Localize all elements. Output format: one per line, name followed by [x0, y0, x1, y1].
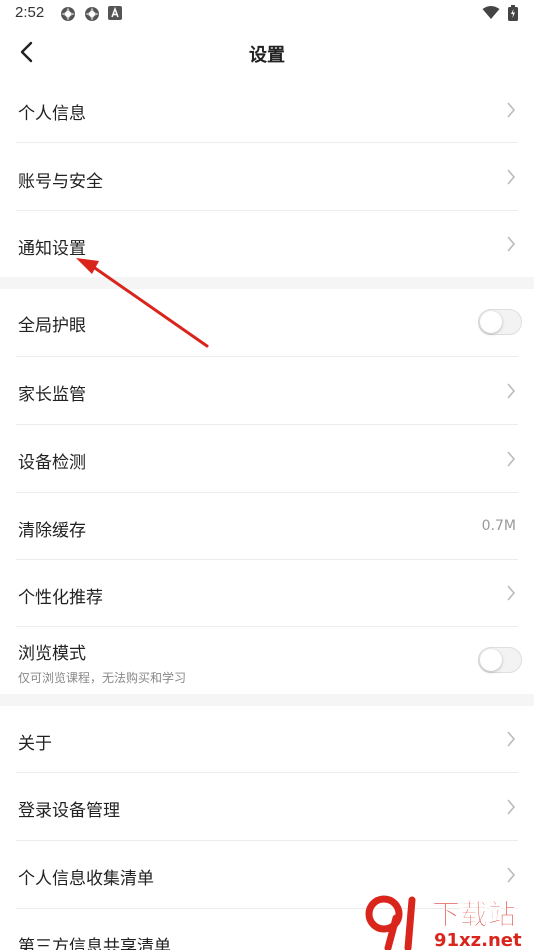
section-gap	[0, 694, 534, 706]
row-label: 关于	[18, 734, 52, 754]
eye-protection-toggle[interactable]	[478, 309, 522, 335]
row-label: 登录设备管理	[18, 801, 120, 821]
settings-row-account-security[interactable]: 账号与安全	[0, 143, 534, 211]
settings-row-device-check[interactable]: 设备检测	[0, 425, 534, 493]
toggle-knob	[480, 311, 502, 333]
chevron-right-icon	[507, 867, 516, 883]
settings-row-clear-cache[interactable]: 清除缓存 0.7M	[0, 493, 534, 560]
watermark-logo: 下载站 91xz.net	[365, 895, 522, 950]
chevron-right-icon	[507, 169, 516, 185]
settings-row-about[interactable]: 关于	[0, 706, 534, 773]
chevron-right-icon	[507, 799, 516, 815]
chevron-right-icon	[507, 383, 516, 399]
app-notification-icon	[61, 7, 75, 21]
settings-row-parental-control[interactable]: 家长监管	[0, 357, 534, 425]
row-label: 家长监管	[18, 385, 86, 405]
toggle-knob	[480, 649, 502, 671]
nav-bar: 设置	[0, 28, 534, 76]
status-time: 2:52	[15, 4, 45, 21]
section-gap	[0, 277, 534, 289]
settings-row-personalized-recommend[interactable]: 个性化推荐	[0, 560, 534, 627]
settings-row-login-devices[interactable]: 登录设备管理	[0, 773, 534, 841]
row-label: 设备检测	[18, 453, 86, 473]
row-subtitle: 仅可浏览课程，无法购买和学习	[18, 671, 187, 685]
system-icons	[482, 5, 518, 21]
settings-row-personal-info[interactable]: 个人信息	[0, 76, 534, 143]
row-label: 第三方信息共享清单	[18, 937, 171, 950]
chevron-right-icon	[507, 585, 516, 601]
watermark-url: 91xz.net	[434, 930, 522, 950]
watermark-title: 下载站	[432, 898, 516, 931]
row-label: 个人信息收集清单	[18, 869, 154, 889]
row-label: 通知设置	[18, 239, 86, 259]
settings-row-eye-protection: 全局护眼	[0, 289, 534, 357]
row-label: 全局护眼	[18, 316, 86, 336]
row-label: 清除缓存	[18, 521, 86, 541]
watermark-91-glyph	[365, 895, 416, 950]
settings-row-notification[interactable]: 通知设置	[0, 211, 534, 277]
chevron-right-icon	[507, 731, 516, 747]
row-label: 浏览模式	[18, 644, 86, 664]
row-label: 账号与安全	[18, 172, 103, 192]
settings-row-browse-mode: 浏览模式 仅可浏览课程，无法购买和学习	[0, 627, 534, 694]
row-label: 个人信息	[18, 104, 86, 124]
chevron-right-icon	[507, 102, 516, 118]
row-label: 个性化推荐	[18, 588, 103, 608]
cache-size-value: 0.7M	[481, 518, 516, 534]
status-bar: 2:52	[0, 0, 534, 28]
notification-icons	[60, 6, 122, 22]
chevron-right-icon	[507, 236, 516, 252]
chevron-right-icon	[507, 451, 516, 467]
browse-mode-toggle[interactable]	[478, 647, 522, 673]
a-letter-icon	[108, 6, 122, 20]
app-notification-icon	[85, 7, 99, 21]
battery-icon	[508, 5, 518, 21]
page-title: 设置	[249, 45, 285, 66]
wifi-icon	[482, 6, 500, 19]
